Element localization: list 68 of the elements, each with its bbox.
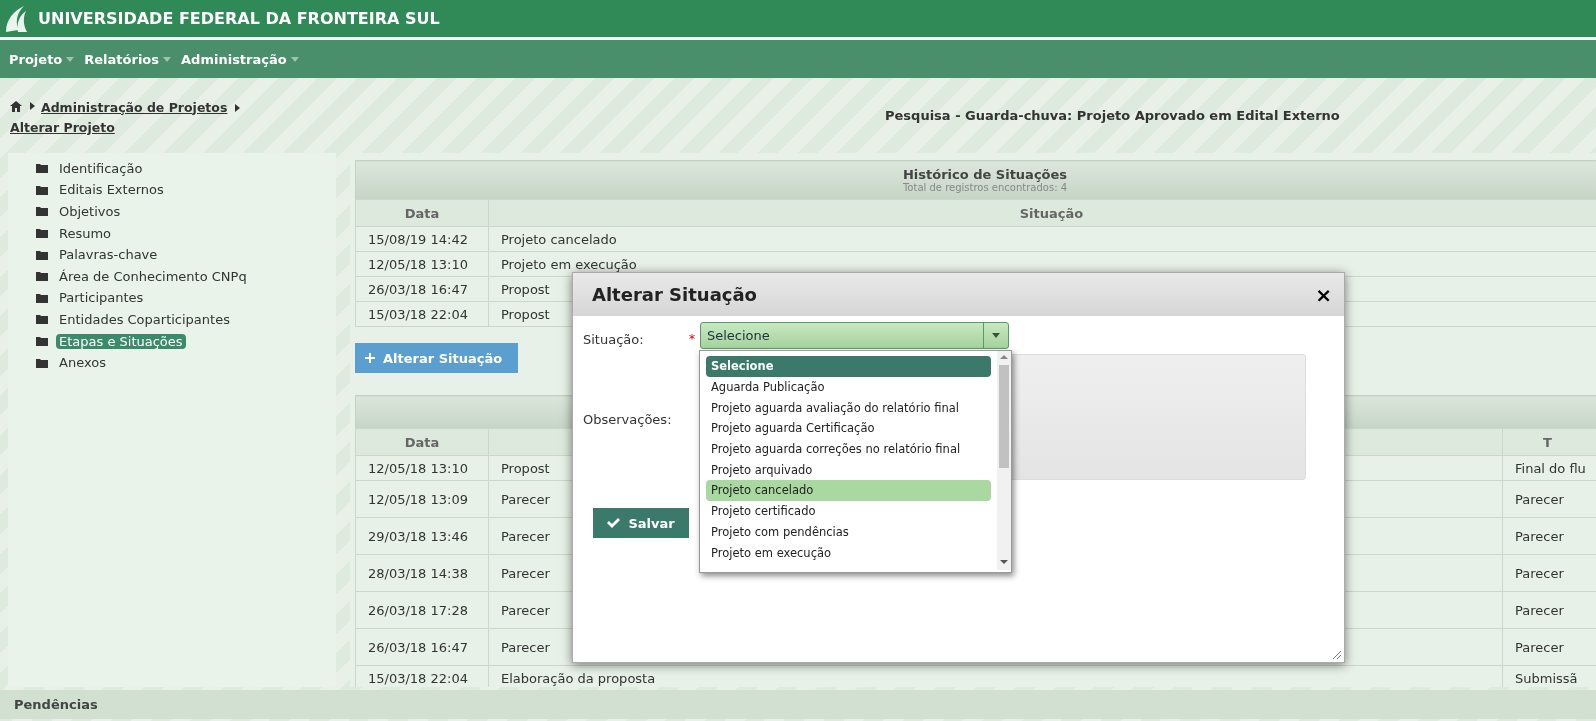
arrow-icon — [235, 103, 241, 112]
dropdown-option[interactable]: Selecione — [706, 356, 991, 377]
history-title: Histórico de Situações — [901, 167, 1069, 182]
sidebar-item[interactable]: Objetivos — [56, 204, 124, 219]
table-cell: 26/03/18 16:47 — [355, 628, 489, 666]
caret-icon — [992, 333, 1000, 338]
table-cell: 26/03/18 17:28 — [355, 591, 489, 629]
field-label: Situação: — [583, 332, 644, 347]
table-cell: 29/03/18 13:46 — [355, 517, 489, 555]
folder-icon — [36, 314, 48, 325]
sidebar-item[interactable]: Editais Externos — [56, 182, 167, 198]
breadcrumb-link[interactable]: Administração de Projetos — [41, 99, 228, 115]
plus-icon — [365, 353, 375, 363]
sidebar-item[interactable]: Entidades Coparticipantes — [56, 311, 233, 327]
table-cell: 28/03/18 14:38 — [355, 554, 489, 592]
menu-item[interactable]: Projeto — [9, 51, 75, 67]
situacao-select[interactable]: Selecione — [700, 322, 1009, 349]
folder-icon — [36, 163, 48, 174]
save-button[interactable]: Salvar — [593, 508, 689, 538]
dropdown-option[interactable]: Projeto aguarda avaliação do relatório final — [706, 397, 991, 419]
breadcrumb-link[interactable]: Alterar Projeto — [10, 119, 115, 135]
menu-item[interactable]: Relatórios — [84, 51, 172, 67]
folder-icon — [36, 271, 48, 282]
sidebar-item[interactable]: Participantes — [56, 290, 147, 306]
record-count: Total de registros encontrados: 4 — [901, 182, 1069, 193]
menu-item[interactable]: Administração — [181, 51, 299, 67]
folder-icon — [36, 228, 48, 239]
pendencias-title: Pendências — [14, 697, 98, 712]
scrollbar[interactable] — [997, 351, 1011, 570]
dropdown-option[interactable]: Projeto com pendências — [706, 521, 991, 543]
column-header: T — [1502, 428, 1596, 456]
logo-icon — [4, 4, 28, 33]
resize-handle-icon[interactable] — [1333, 651, 1341, 659]
field-label: Observações: — [583, 412, 672, 427]
column-header: Data — [355, 428, 489, 456]
column-header: Data — [355, 199, 489, 227]
dropdown-option[interactable]: Aguarda Publicação — [706, 376, 991, 398]
sidebar-item[interactable]: Área de Conhecimento CNPq — [56, 268, 250, 284]
caret-icon — [163, 56, 172, 62]
caret-icon — [66, 56, 75, 62]
project-title: Pesquisa - Guarda-chuva: Projeto Aprovado em Edital Externo — [885, 108, 1340, 123]
table-cell: 15/03/18 22:04 — [355, 301, 489, 327]
folder-icon — [36, 206, 48, 217]
dropdown-option[interactable]: Projeto arquivado — [706, 459, 991, 481]
caret-icon — [290, 56, 299, 62]
table-cell: 15/08/19 14:42 — [355, 226, 489, 252]
university-title: UNIVERSIDADE FEDERAL DA FRONTEIRA SUL — [38, 9, 440, 28]
sidebar-item[interactable]: Anexos — [56, 355, 109, 371]
table-cell: 12/05/18 13:09 — [355, 480, 489, 518]
sidebar-item[interactable]: Identificação — [56, 160, 146, 176]
folder-icon — [36, 336, 48, 347]
folder-icon — [36, 249, 48, 260]
table-cell: 26/03/18 16:47 — [355, 276, 489, 302]
column-header: Situação — [488, 199, 1596, 227]
sidebar-item[interactable]: Etapas e Situações — [56, 333, 186, 349]
arrow-icon — [30, 102, 35, 110]
table-cell: 12/05/18 13:10 — [355, 251, 489, 277]
folder-icon — [36, 184, 48, 195]
home-icon[interactable] — [10, 100, 22, 112]
folder-icon — [36, 292, 48, 303]
dropdown-option[interactable]: Projeto cancelado — [706, 480, 991, 501]
dropdown-option[interactable]: Projeto aguarda Certificação — [706, 418, 991, 439]
folder-icon — [36, 357, 48, 368]
table-cell: 12/05/18 13:10 — [355, 455, 489, 481]
sidebar-item[interactable]: Palavras-chave — [56, 247, 161, 263]
required-mark: * — [689, 332, 695, 346]
check-icon — [607, 518, 621, 528]
sidebar-item[interactable]: Resumo — [56, 225, 115, 241]
